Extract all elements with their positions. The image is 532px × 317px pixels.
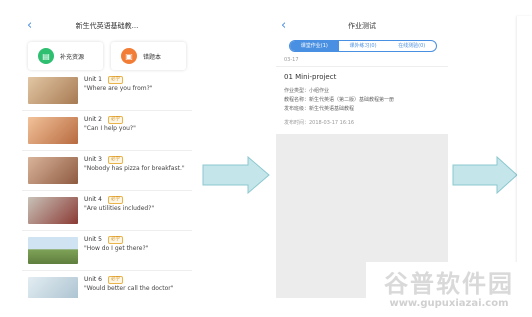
watermark-url: www.gupuxiazai.com [389,298,509,309]
unit-quote: "Can I help you?" [84,125,136,132]
supplementary-resources-button[interactable]: ▤ 补充资源 [28,42,103,70]
unit-thumbnail [28,197,78,224]
unit-quote: "Are utilities included?" [84,205,155,212]
unit-quote: "Where are you from?" [84,85,153,92]
unit-thumbnail [28,117,78,144]
unit-name: Unit 1 [84,76,102,83]
unit-name: Unit 2 [84,116,102,123]
top-bar: ‹ 新生代英语基础教... [22,16,192,38]
homework-course: 教程名称：新生代英语（第二版）基础教程第一册 [284,97,395,103]
unit-thumbnail [28,77,78,104]
date-label: 03-17 [284,57,299,63]
unit-item-2[interactable]: Unit 2 必学 "Can I help you?" [22,112,192,151]
unit-name: Unit 3 [84,156,102,163]
page-title: 新生代英语基础教... [75,22,139,30]
unit-thumbnail [28,157,78,184]
tab-extra-practice[interactable]: 课外练习(0) [339,41,388,51]
unit-name: Unit 6 [84,276,102,283]
required-badge: 必学 [108,276,123,284]
notebook-icon: ▣ [121,48,137,64]
unit-quote: "Would better call the doctor" [84,285,174,292]
tab-class-homework[interactable]: 课堂作业(1) [290,41,339,51]
tab-online-test[interactable]: 在线测验(0) [387,41,436,51]
right-arrow-icon [452,156,518,194]
required-badge: 必学 [108,76,123,84]
required-badge: 必学 [108,236,123,244]
homework-card[interactable]: 01 Mini-project 作业类型：小组作业 教程名称：新生代英语（第二版… [276,66,448,135]
unit-name: Unit 5 [84,236,102,243]
top-bar: ‹ 作业测试 [276,16,448,38]
unit-list-screen: ‹ 新生代英语基础教... ▤ 补充资源 ▣ 错题本 Unit 1 必学 "Wh… [22,16,192,298]
homework-class: 发布班级：新生代英语基础教程 [284,106,355,112]
homework-time: 发布时间：2018-03-17 16:16 [284,120,355,126]
watermark-text: 谷普软件园 [384,270,514,298]
watermark: 谷普软件园 www.gupuxiazai.com [366,262,532,317]
mistake-book-button[interactable]: ▣ 错题本 [111,42,186,70]
unit-item-5[interactable]: Unit 5 必学 "How do I get there?" [22,232,192,271]
unit-thumbnail [28,277,78,298]
unit-quote: "How do I get there?" [84,245,149,252]
document-icon: ▤ [38,48,54,64]
right-arrow-icon [202,156,270,194]
required-badge: 必学 [108,156,123,164]
tile-label: 补充资源 [60,53,85,61]
unit-item-6[interactable]: Unit 6 必学 "Would better call the doctor" [22,272,192,298]
unit-item-4[interactable]: Unit 4 必学 "Are utilities included?" [22,192,192,231]
unit-name: Unit 4 [84,196,102,203]
unit-item-3[interactable]: Unit 3 必学 "Nobody has pizza for breakfas… [22,152,192,191]
unit-item-1[interactable]: Unit 1 必学 "Where are you from?" [22,72,192,111]
required-badge: 必学 [108,116,123,124]
homework-test-screen: ‹ 作业测试 课堂作业(1) 课外练习(0) 在线测验(0) 03-17 01 … [276,16,448,298]
homework-type: 作业类型：小组作业 [284,88,330,94]
unit-quote: "Nobody has pizza for breakfast." [84,165,185,172]
tile-label: 错题本 [143,53,162,61]
homework-tabs: 课堂作业(1) 课外练习(0) 在线测验(0) [289,40,437,52]
resource-tiles: ▤ 补充资源 ▣ 错题本 [22,38,192,74]
page-title: 作业测试 [348,22,376,30]
homework-title: 01 Mini-project [284,73,337,81]
next-screen-edge [517,16,532,298]
required-badge: 必学 [108,196,123,204]
unit-thumbnail [28,237,78,264]
